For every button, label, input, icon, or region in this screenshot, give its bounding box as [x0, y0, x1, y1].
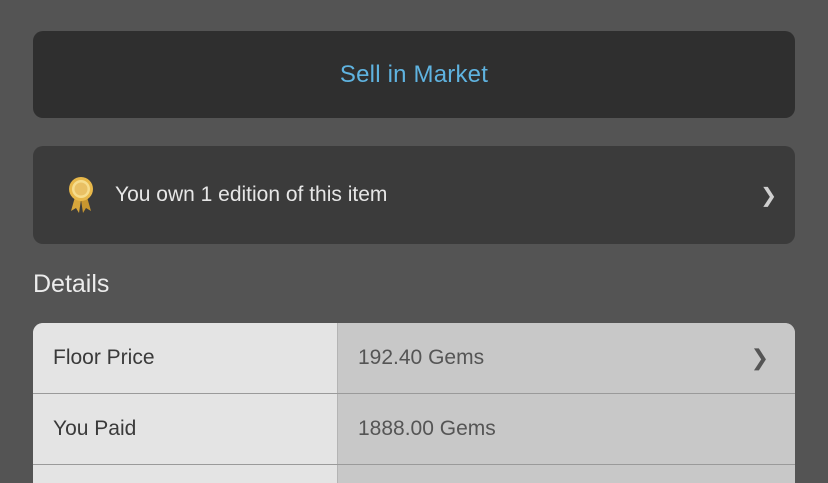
floor-price-value-cell: 192.40 Gems ❯ [338, 323, 795, 393]
chevron-right-icon: ❯ [750, 345, 769, 370]
details-heading: Details [33, 270, 110, 298]
you-paid-row: You Paid 1888.00 Gems [33, 394, 795, 465]
ownership-text: You own 1 edition of this item [115, 183, 388, 206]
next-row-label-cell [33, 465, 338, 483]
ownership-row[interactable]: You own 1 edition of this item ❯ [33, 146, 795, 244]
award-ribbon-icon [66, 176, 96, 214]
you-paid-value: 1888.00 Gems [358, 417, 496, 440]
sell-in-market-label: Sell in Market [339, 60, 489, 88]
you-paid-value-cell: 1888.00 Gems [338, 394, 795, 464]
floor-price-value: 192.40 Gems [358, 346, 485, 369]
floor-price-row[interactable]: Floor Price 192.40 Gems ❯ [33, 323, 795, 394]
chevron-right-icon: ❯ [760, 184, 777, 207]
you-paid-label: You Paid [33, 394, 338, 464]
floor-price-label: Floor Price [33, 323, 338, 393]
details-table: Floor Price 192.40 Gems ❯ You Paid 1888.… [33, 323, 795, 483]
next-row-value-cell [338, 465, 795, 483]
table-row [33, 465, 795, 483]
sell-in-market-button[interactable]: Sell in Market [33, 31, 795, 118]
